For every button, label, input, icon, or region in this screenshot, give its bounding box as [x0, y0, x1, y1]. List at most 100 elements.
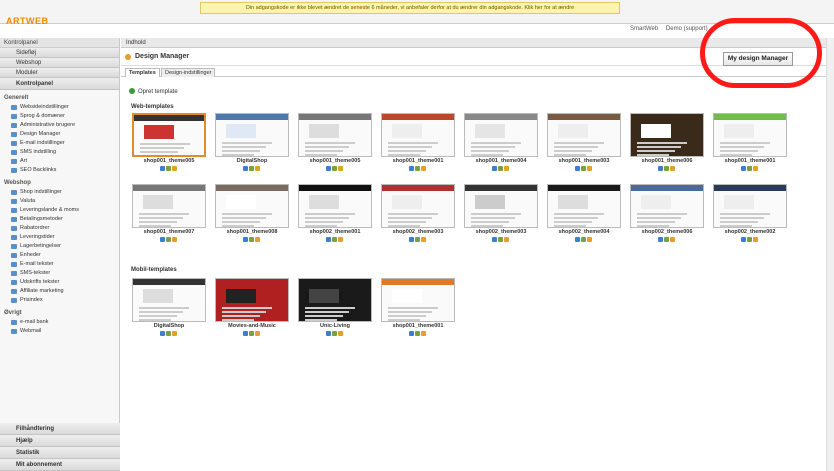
search-icon[interactable] [747, 166, 752, 171]
vertical-scrollbar[interactable] [826, 38, 834, 471]
edit-icon[interactable] [255, 237, 260, 242]
sidebar-item[interactable]: Betalingsmetoder [0, 215, 119, 224]
template-card[interactable]: shop001_theme008 [215, 184, 289, 246]
sidebar-item[interactable]: SMS-tekster [0, 269, 119, 278]
edit-icon[interactable] [421, 166, 426, 171]
search-icon[interactable] [415, 237, 420, 242]
preview-icon[interactable] [160, 166, 165, 171]
search-icon[interactable] [332, 331, 337, 336]
search-icon[interactable] [747, 237, 752, 242]
edit-icon[interactable] [753, 237, 758, 242]
edit-icon[interactable] [338, 331, 343, 336]
sidebar-item[interactable]: Udskrifts tekster [0, 278, 119, 287]
preview-icon[interactable] [409, 166, 414, 171]
template-card[interactable]: shop002_theme003 [464, 184, 538, 246]
preview-icon[interactable] [409, 237, 414, 242]
template-card[interactable]: shop001_theme001 [381, 113, 455, 175]
sidebar-item[interactable]: Valuta [0, 197, 119, 206]
sidebar-item[interactable]: Leveringslande & moms [0, 206, 119, 215]
search-icon[interactable] [249, 166, 254, 171]
template-thumbnail[interactable] [713, 113, 787, 157]
template-thumbnail[interactable] [630, 184, 704, 228]
preview-icon[interactable] [243, 237, 248, 242]
sidebar-menu-webshop[interactable]: Webshop [0, 58, 119, 68]
edit-icon[interactable] [587, 237, 592, 242]
template-card[interactable]: shop001_theme005 [132, 113, 206, 175]
template-card[interactable]: DigitalShop [132, 278, 206, 340]
template-card[interactable]: shop002_theme002 [713, 184, 787, 246]
edit-icon[interactable] [172, 331, 177, 336]
search-icon[interactable] [415, 331, 420, 336]
template-card[interactable]: shop001_theme004 [464, 113, 538, 175]
sidebar-item[interactable]: Lagerbetingelser [0, 242, 119, 251]
sidebar-menu-moduler[interactable]: Moduler [0, 68, 119, 78]
template-thumbnail[interactable] [713, 184, 787, 228]
edit-icon[interactable] [504, 166, 509, 171]
preview-icon[interactable] [658, 166, 663, 171]
sidebar-menu-filhandtering[interactable]: Filhåndtering [0, 423, 120, 435]
tab-templates[interactable]: Templates [125, 68, 160, 77]
edit-icon[interactable] [338, 237, 343, 242]
preview-icon[interactable] [243, 331, 248, 336]
search-icon[interactable] [498, 237, 503, 242]
new-template-link[interactable]: Opret template [129, 88, 178, 95]
preview-icon[interactable] [492, 237, 497, 242]
preview-icon[interactable] [741, 237, 746, 242]
sidebar-item[interactable]: Webmail [0, 327, 119, 336]
template-thumbnail[interactable] [132, 113, 206, 157]
sidebar-item[interactable]: Sprog & domæner [0, 112, 119, 121]
edit-icon[interactable] [255, 331, 260, 336]
preview-icon[interactable] [741, 166, 746, 171]
sidebar-item[interactable]: Websideindstillinger [0, 103, 119, 112]
template-card[interactable]: shop002_theme003 [381, 184, 455, 246]
preview-icon[interactable] [575, 237, 580, 242]
search-icon[interactable] [664, 237, 669, 242]
template-thumbnail[interactable] [215, 113, 289, 157]
preview-icon[interactable] [492, 166, 497, 171]
sidebar-menu-kontrolpanel[interactable]: Kontrolpanel [0, 78, 119, 90]
search-icon[interactable] [249, 331, 254, 336]
template-card[interactable]: shop001_theme005 [298, 113, 372, 175]
template-thumbnail[interactable] [132, 184, 206, 228]
password-notice[interactable]: Din adgangskode er ikke blevet ændret de… [200, 2, 620, 14]
template-thumbnail[interactable] [381, 184, 455, 228]
template-card[interactable]: shop001_theme001 [381, 278, 455, 340]
template-thumbnail[interactable] [381, 113, 455, 157]
top-link-user[interactable]: Demo (support) [666, 26, 708, 32]
search-icon[interactable] [249, 237, 254, 242]
edit-icon[interactable] [421, 237, 426, 242]
edit-icon[interactable] [172, 166, 177, 171]
search-icon[interactable] [332, 166, 337, 171]
search-icon[interactable] [498, 166, 503, 171]
template-thumbnail[interactable] [298, 184, 372, 228]
preview-icon[interactable] [160, 237, 165, 242]
edit-icon[interactable] [172, 237, 177, 242]
template-thumbnail[interactable] [215, 278, 289, 322]
template-card[interactable]: shop001_theme006 [630, 113, 704, 175]
template-thumbnail[interactable] [547, 184, 621, 228]
search-icon[interactable] [332, 237, 337, 242]
search-icon[interactable] [166, 237, 171, 242]
sidebar-item[interactable]: e-mail bank [0, 318, 119, 327]
preview-icon[interactable] [326, 331, 331, 336]
top-link-smartweb[interactable]: SmartWeb [630, 26, 658, 32]
template-thumbnail[interactable] [215, 184, 289, 228]
template-card[interactable]: Unic-Living [298, 278, 372, 340]
sidebar-menu-hjaelp[interactable]: Hjælp [0, 435, 120, 447]
sidebar-item[interactable]: SEO Backlinks [0, 166, 119, 175]
preview-icon[interactable] [243, 166, 248, 171]
sidebar-menu-statistik[interactable]: Statistik [0, 447, 120, 459]
preview-icon[interactable] [160, 331, 165, 336]
sidebar-item[interactable]: Prisindex [0, 296, 119, 305]
edit-icon[interactable] [255, 166, 260, 171]
edit-icon[interactable] [670, 166, 675, 171]
edit-icon[interactable] [421, 331, 426, 336]
sidebar-menu-sideflj[interactable]: Sidefløj [0, 48, 119, 58]
sidebar-item[interactable]: Rabatordrer [0, 224, 119, 233]
search-icon[interactable] [581, 237, 586, 242]
preview-icon[interactable] [658, 237, 663, 242]
template-thumbnail[interactable] [298, 113, 372, 157]
sidebar-menu-abonnement[interactable]: Mit abonnement [0, 459, 120, 471]
search-icon[interactable] [166, 166, 171, 171]
search-icon[interactable] [415, 166, 420, 171]
